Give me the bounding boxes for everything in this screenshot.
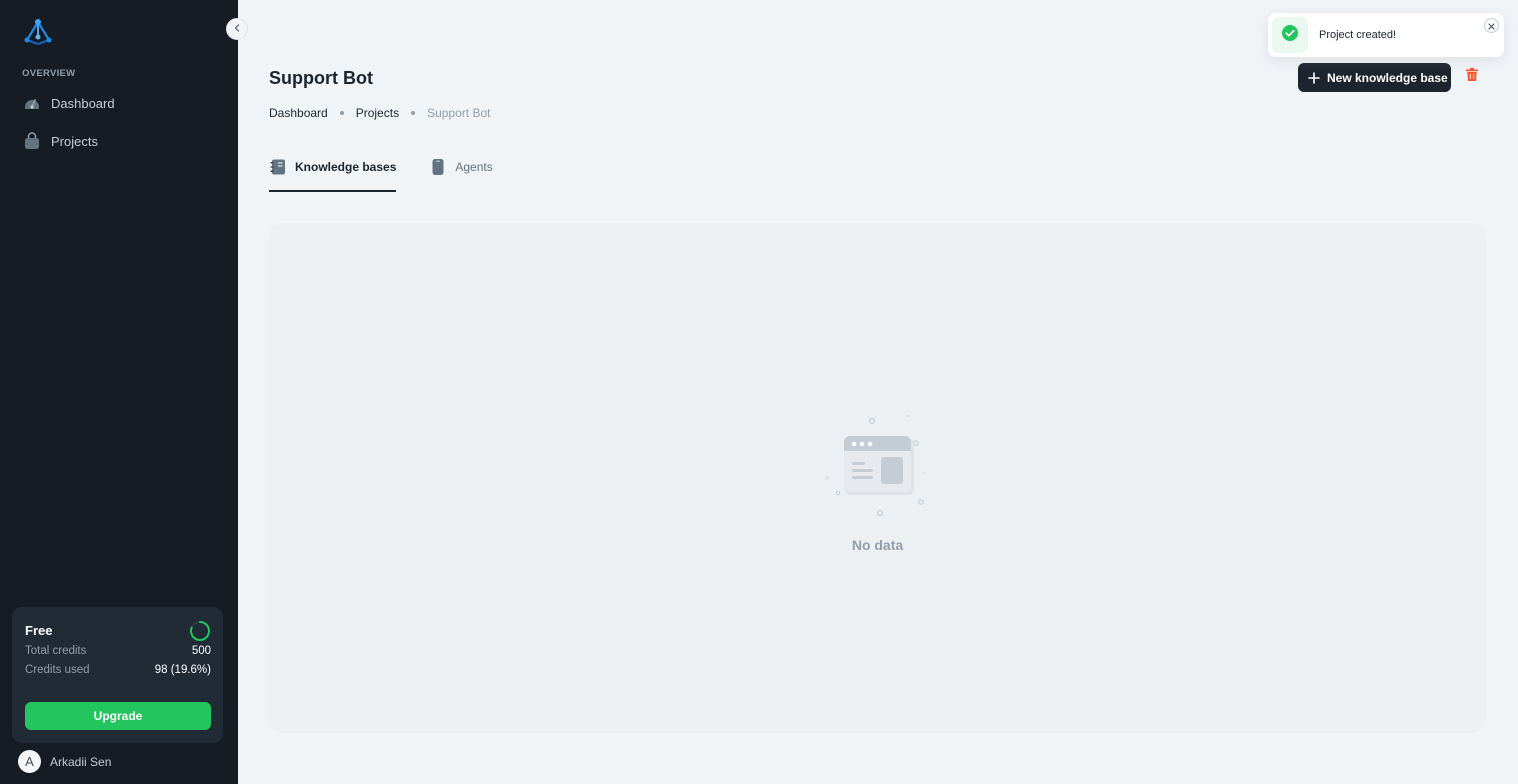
tab-agents[interactable]: Agents [429,158,493,192]
tab-bar: Knowledge bases Agents [269,158,526,192]
sidebar-item-projects[interactable]: Projects [14,124,224,158]
total-credits-value: 500 [191,645,211,657]
breadcrumb-projects[interactable]: Projects [356,106,399,120]
toast-close-button[interactable] [1484,18,1499,33]
sidebar: OVERVIEW Dashboard Projects Free Total c… [0,0,238,784]
delete-project-button[interactable] [1462,67,1482,87]
empty-state-illustration [823,411,933,521]
close-icon [1488,17,1495,35]
breadcrumb-current: Support Bot [427,106,491,120]
breadcrumb-separator [411,111,416,115]
plan-name: Free [25,623,53,638]
trash-icon [1465,67,1479,87]
dashboard-icon [23,94,41,112]
breadcrumb-dashboard[interactable]: Dashboard [269,106,328,120]
total-credits-row: Total credits 500 [25,645,211,657]
notebook-icon [269,158,287,176]
chevron-left-icon [232,20,242,38]
sidebar-item-dashboard[interactable]: Dashboard [14,86,224,120]
bag-icon [23,132,41,150]
tab-label: Knowledge bases [295,160,397,174]
breadcrumb-separator [339,111,344,115]
sidebar-collapse-button[interactable] [226,18,248,40]
toast-message: Project created! [1319,29,1397,41]
plan-card: Free Total credits 500 Credits used 98 (… [12,607,223,743]
plus-icon [1307,71,1321,85]
upgrade-button[interactable]: Upgrade [25,702,211,730]
avatar[interactable]: A [18,750,41,773]
new-knowledge-base-label: New knowledge base [1327,70,1448,85]
user-name: Arkadii Sen [50,754,112,769]
user-profile[interactable]: A Arkadii Sen [18,750,111,773]
tab-label: Agents [455,160,493,174]
success-icon-container [1272,17,1308,53]
phone-icon [429,158,447,176]
page-title: Support Bot [269,68,373,88]
new-knowledge-base-button[interactable]: New knowledge base [1298,63,1451,92]
tab-knowledge-bases[interactable]: Knowledge bases [269,158,397,192]
toast-notification: Project created! [1268,13,1504,57]
total-credits-label: Total credits [25,645,87,657]
credits-used-value: 98 (19.6%) [154,664,211,676]
sidebar-item-label: Dashboard [51,95,115,111]
section-label-overview: OVERVIEW [22,68,76,79]
credits-used-row: Credits used 98 (19.6%) [25,664,211,676]
logo-icon[interactable] [22,18,54,46]
knowledge-base-list-panel: No data [269,223,1486,733]
breadcrumb: Dashboard Projects Support Bot [269,106,490,120]
empty-state-text: No data [851,537,904,553]
credits-used-label: Credits used [25,664,90,676]
sidebar-item-label: Projects [51,133,98,149]
credits-progress-ring [189,620,211,642]
check-circle-icon [1281,24,1299,47]
